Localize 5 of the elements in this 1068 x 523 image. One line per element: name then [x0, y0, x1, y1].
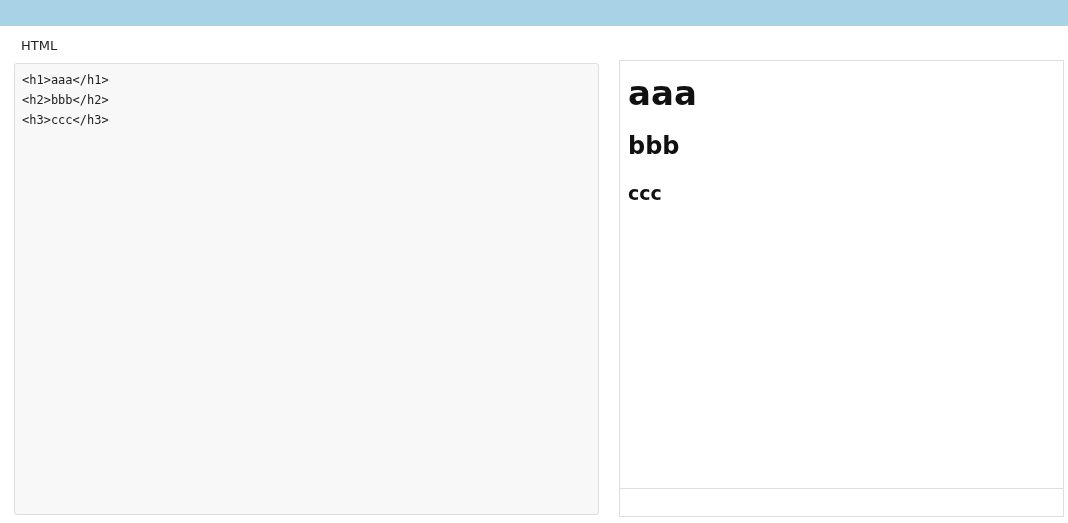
preview-heading: aaa: [628, 72, 697, 115]
preview-heading: ccc: [628, 181, 662, 205]
preview-heading: bbb: [628, 131, 680, 161]
editor-label: HTML: [20, 37, 59, 50]
code-editor[interactable]: <h1>aaa</h1> <h2>bbb</h2> <h3>ccc</h3>: [14, 63, 599, 515]
